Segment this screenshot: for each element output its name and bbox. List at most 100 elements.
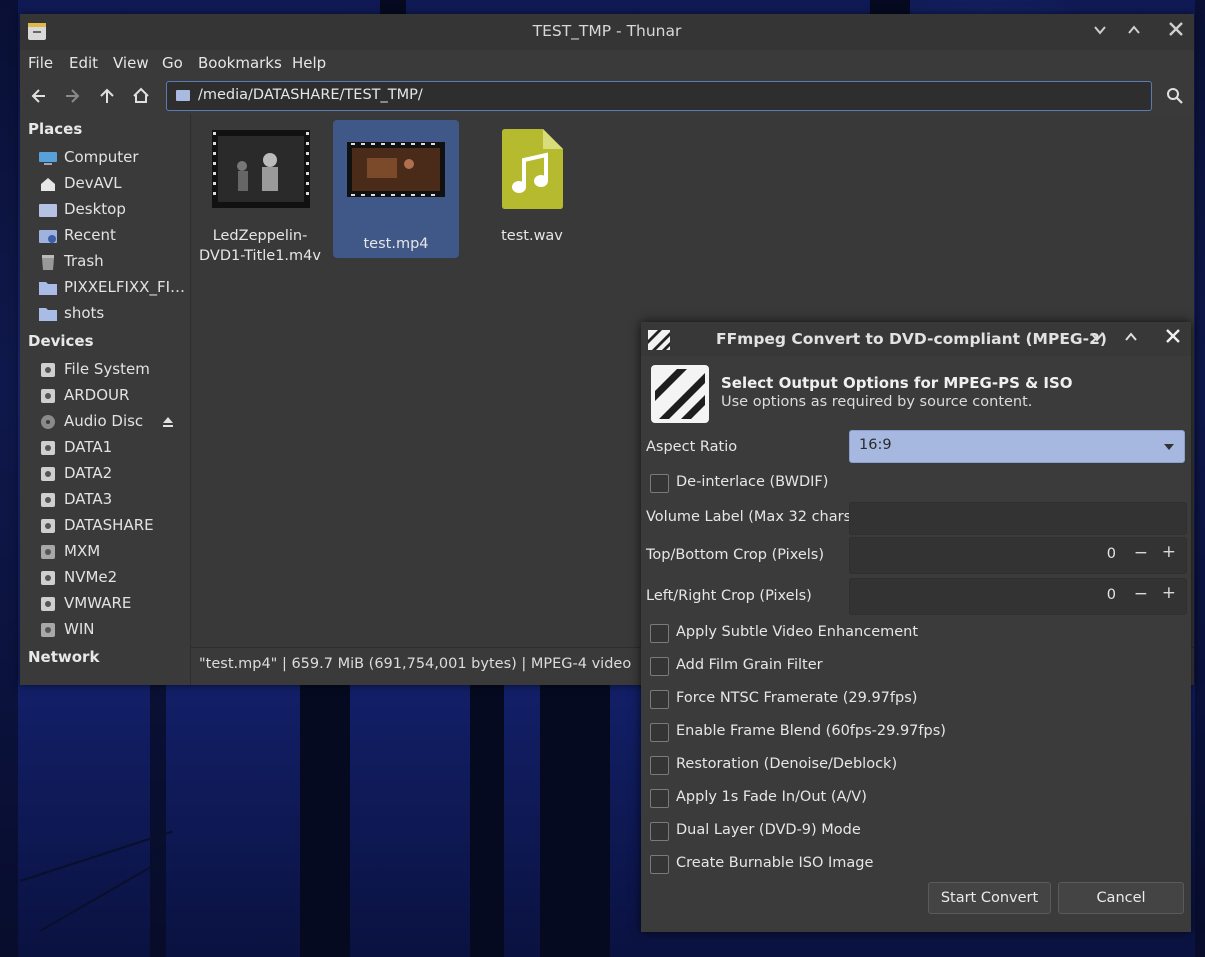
increment-button[interactable]: + [1162,583,1176,603]
cancel-button[interactable]: Cancel [1058,882,1184,914]
left-right-crop-value: 0 [1106,587,1116,603]
sidebar-item-audio-disc[interactable]: Audio Disc [36,410,186,434]
sidebar-item-label: DATASHARE [64,516,154,534]
option-label: Apply 1s Fade In/Out (A/V) [676,789,867,805]
iso-image-checkbox[interactable] [650,855,669,874]
left-right-crop-spinner[interactable]: 0 − + [849,578,1187,615]
menu-file[interactable]: File [28,54,53,72]
home-icon [41,178,55,191]
forward-arrow-icon[interactable] [58,82,86,110]
sidebar-item-win[interactable]: WIN [36,618,186,642]
aspect-ratio-select[interactable]: 16:9 [849,430,1185,463]
sidebar-item-mxm[interactable]: MXM [36,540,186,564]
sidebar-item-ardour[interactable]: ARDOUR [36,384,186,408]
frame-blend-checkbox[interactable] [650,723,669,742]
window-title: TEST_TMP - Thunar [532,22,682,40]
top-bottom-crop-value: 0 [1106,546,1116,562]
sidebar-item-computer[interactable]: Computer [36,146,186,170]
sidebar-item-recent[interactable]: Recent [36,224,186,248]
menu-go[interactable]: Go [162,54,183,72]
menu-edit[interactable]: Edit [69,54,98,72]
sidebar-item-trash[interactable]: Trash [36,250,186,274]
sidebar-item-nvme2[interactable]: NVMe2 [36,566,186,590]
location-bar[interactable]: /media/DATASHARE/TEST_TMP/ [166,81,1152,111]
sidebar-item-label: DATA3 [64,490,113,508]
search-icon[interactable] [1161,82,1189,110]
up-arrow-icon[interactable] [93,82,121,110]
decrement-button[interactable]: − [1134,543,1148,563]
sidebar-item-data2[interactable]: DATA2 [36,462,186,486]
minimize-icon[interactable] [1088,20,1112,44]
sidebar-item-label: PIXXELFIXX_FI… [64,278,186,296]
ffmpeg-logo-icon [651,365,709,423]
file-item[interactable]: LedZeppelin- DVD1-Title1.m4v [197,120,323,264]
sidebar-item-data1[interactable]: DATA1 [36,436,186,460]
dialog-titlebar[interactable]: FFmpeg Convert to DVD-compliant (MPEG-2) [641,322,1191,356]
volume-label-input[interactable] [849,502,1187,535]
option-label: Dual Layer (DVD-9) Mode [676,822,861,838]
video-thumbnail [212,130,310,208]
sidebar: Places Computer DevAVL Desktop Recent Tr… [20,114,191,685]
sidebar-item-data3[interactable]: DATA3 [36,488,186,512]
wallpaper-branch [39,860,162,932]
video-enhancement-checkbox[interactable] [650,624,669,643]
aspect-ratio-label: Aspect Ratio [646,439,738,455]
deinterlace-checkbox[interactable] [650,474,669,493]
decrement-button[interactable]: − [1134,584,1148,604]
wallpaper-tree [300,680,350,957]
aspect-ratio-value: 16:9 [859,437,892,453]
folder-icon [39,282,57,295]
sidebar-item-file-system[interactable]: File System [36,358,186,382]
option-label: Enable Frame Blend (60fps-29.97fps) [676,723,946,739]
home-icon[interactable] [127,82,155,110]
menu-help[interactable]: Help [292,54,326,72]
sidebar-item-label: VMWARE [64,594,132,612]
drive-icon [41,519,55,533]
places-header: Places [28,120,83,138]
menu-view[interactable]: View [113,54,149,72]
window-titlebar[interactable]: TEST_TMP - Thunar [20,14,1194,50]
drive-icon [41,493,55,507]
sidebar-item-desktop[interactable]: Desktop [36,198,186,222]
start-convert-button[interactable]: Start Convert [928,882,1051,914]
menu-bookmarks[interactable]: Bookmarks [198,54,282,72]
increment-button[interactable]: + [1162,542,1176,562]
maximize-icon[interactable] [1119,327,1143,351]
ntsc-framerate-checkbox[interactable] [650,690,669,709]
menubar: File Edit View Go Bookmarks Help [20,50,1194,78]
disc-icon [41,415,55,429]
status-text: "test.mp4" | 659.7 MiB (691,754,001 byte… [199,656,632,672]
sidebar-item-label: shots [64,304,105,322]
file-name: test.wav [501,228,563,244]
eject-icon[interactable] [161,416,175,428]
file-item[interactable]: test.wav [469,120,595,258]
maximize-icon[interactable] [1122,20,1146,44]
ffmpeg-icon [648,330,670,350]
sidebar-item-vmware[interactable]: VMWARE [36,592,186,616]
file-item-selected[interactable]: test.mp4 [333,120,459,258]
computer-icon [39,152,57,165]
sidebar-item-shots[interactable]: shots [36,302,186,326]
close-icon[interactable] [1161,327,1185,351]
sidebar-item-devavl[interactable]: DevAVL [36,172,186,196]
ffmpeg-dialog: FFmpeg Convert to DVD-compliant (MPEG-2)… [641,322,1191,932]
film-grain-checkbox[interactable] [650,657,669,676]
restoration-checkbox[interactable] [650,756,669,775]
back-arrow-icon[interactable] [25,82,53,110]
drive-icon [41,545,55,559]
wallpaper-tree [1195,0,1205,957]
wallpaper-tree [870,0,910,14]
sidebar-item-datashare[interactable]: DATASHARE [36,514,186,538]
volume-label-label: Volume Label (Max 32 chars): [646,509,862,525]
option-label: Restoration (Denoise/Deblock) [676,756,898,772]
fade-checkbox[interactable] [650,789,669,808]
minimize-icon[interactable] [1085,327,1109,351]
dialog-subheading: Use options as required by source conten… [721,394,1033,410]
left-right-crop-label: Left/Right Crop (Pixels) [646,588,812,604]
sidebar-item-pixxelfixx[interactable]: PIXXELFIXX_FI… [36,276,186,300]
dual-layer-checkbox[interactable] [650,822,669,841]
close-icon[interactable] [1164,20,1188,44]
deinterlace-label: De-interlace (BWDIF) [676,474,829,490]
sidebar-item-label: DATA2 [64,464,113,482]
top-bottom-crop-spinner[interactable]: 0 − + [849,537,1187,574]
